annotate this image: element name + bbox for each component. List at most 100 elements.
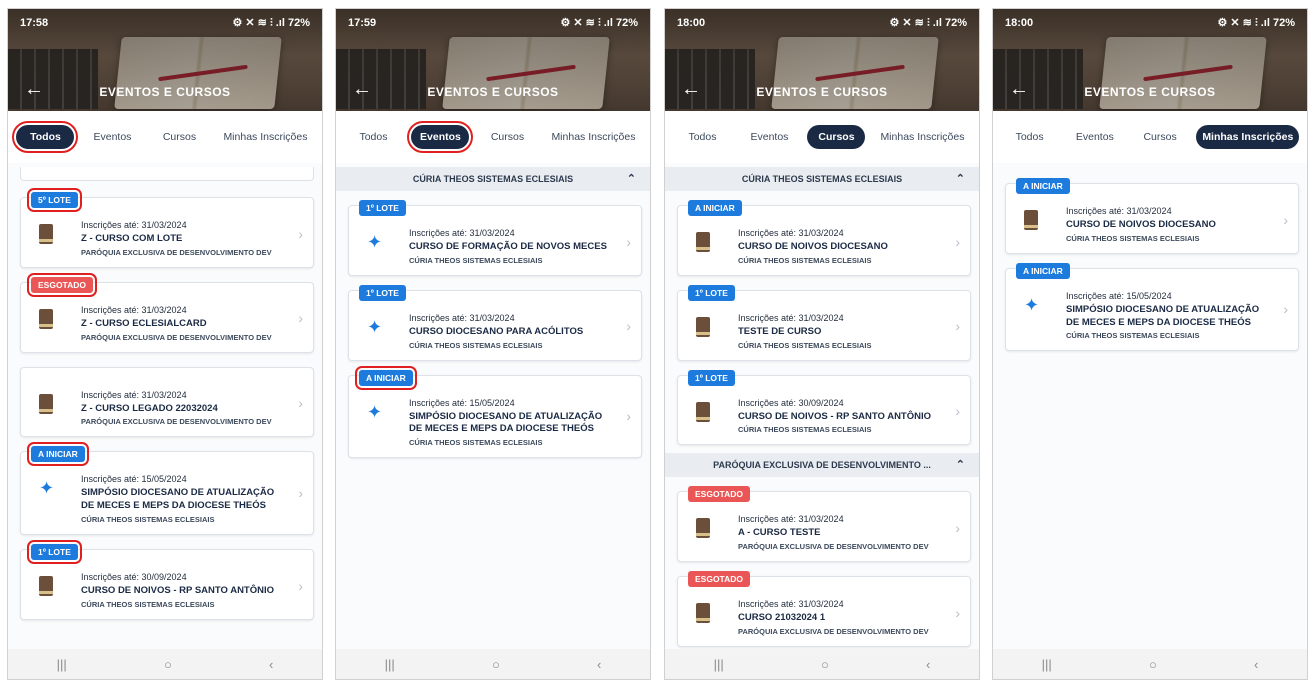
- event-card[interactable]: 1º LOTE Inscrições até: 30/09/2024 CURSO…: [677, 369, 971, 446]
- event-card[interactable]: A INICIAR Inscrições até: 31/03/2024 CUR…: [677, 200, 971, 276]
- event-organizer: CÚRIA THEOS SISTEMAS ECLESIAIS: [81, 599, 215, 609]
- back-button[interactable]: ‹: [926, 657, 930, 672]
- event-card[interactable]: 1º LOTE ✦ Inscrições até: 31/03/2024 CUR…: [348, 284, 642, 361]
- recents-button[interactable]: |||: [714, 657, 724, 672]
- tab-todos[interactable]: Todos: [1001, 125, 1059, 149]
- chevron-up-icon[interactable]: ⌃: [956, 458, 965, 471]
- event-name: CURSO DE NOIVOS DIOCESANO: [738, 241, 888, 252]
- status-bar: 18:00 ⚙ ✕ ≋ ⫶ .ıl 72%: [665, 9, 979, 37]
- tab-todos[interactable]: Todos: [12, 120, 79, 154]
- tab-cursos[interactable]: Cursos: [807, 124, 866, 150]
- group-header[interactable]: CÚRIA THEOS SISTEMAS ECLESIAIS ⌃: [665, 167, 979, 191]
- registration-deadline: Inscrições até: 15/05/2024: [81, 474, 187, 485]
- event-organizer: CÚRIA THEOS SISTEMAS ECLESIAIS: [738, 340, 872, 350]
- tab-eventos[interactable]: Eventos: [83, 125, 141, 149]
- tab-eventos[interactable]: Eventos: [1066, 125, 1124, 149]
- event-card[interactable]: ESGOTADO Inscrições até: 31/03/2024 A - …: [677, 486, 971, 563]
- event-name: CURSO 21032024 1: [738, 612, 826, 624]
- back-button[interactable]: ‹: [1254, 657, 1258, 672]
- event-card[interactable]: Inscrições até: 31/03/2024 Z - CURSO LEG…: [20, 366, 314, 438]
- event-list: 5º LOTE Inscrições até: 31/03/2024 Z - C…: [8, 163, 322, 649]
- recents-button[interactable]: |||: [57, 657, 67, 672]
- status-badge: A INICIAR: [1016, 178, 1070, 194]
- screens-container: ← EVENTOS E CURSOS 17:58 ⚙ ✕ ≋ ⫶ .ıl 72%…: [0, 0, 1313, 682]
- page-title: EVENTOS E CURSOS: [427, 85, 559, 99]
- event-card[interactable]: 1º LOTE Inscrições até: 30/09/2024 CURSO…: [20, 540, 314, 620]
- status-badge: ESGOTADO: [688, 571, 751, 588]
- recents-button[interactable]: |||: [385, 657, 395, 672]
- home-button[interactable]: ○: [492, 657, 500, 672]
- registration-deadline: Inscrições até: 30/09/2024: [81, 572, 187, 583]
- tab-minhas-inscricoes[interactable]: Minhas Inscrições: [217, 125, 313, 149]
- tab-bar: Todos Eventos Cursos Minhas Inscrições: [8, 111, 322, 163]
- back-button[interactable]: ‹: [269, 657, 273, 672]
- tab-minhas-inscricoes[interactable]: Minhas Inscrições: [1196, 124, 1300, 150]
- event-card[interactable]: ESGOTADO Inscrições até: 31/03/2024 CURS…: [677, 571, 971, 648]
- chevron-up-icon[interactable]: ⌃: [956, 172, 965, 185]
- chevron-right-icon: ›: [955, 519, 960, 536]
- chevron-up-icon[interactable]: ⌃: [627, 172, 636, 185]
- status-time: 18:00: [1005, 17, 1034, 29]
- group-header[interactable]: PARÓQUIA EXCLUSIVA DE DESENVOLVIMENTO ..…: [665, 453, 979, 478]
- party-popper-icon: ✦: [1024, 294, 1040, 315]
- phone-screen-minhas-inscricoes: ← EVENTOS E CURSOS 18:00 ⚙ ✕ ≋ ⫶ .ıl 72%…: [992, 8, 1308, 680]
- event-card[interactable]: ESGOTADO Inscrições até: 31/03/2024 Z - …: [20, 272, 314, 353]
- event-organizer: PARÓQUIA EXCLUSIVA DE DESENVOLVIMENTO DE…: [738, 627, 929, 637]
- book-icon: [696, 518, 716, 542]
- recents-button[interactable]: |||: [1042, 657, 1052, 672]
- tab-eventos[interactable]: Eventos: [407, 120, 474, 154]
- status-time: 17:58: [20, 17, 49, 29]
- tab-cursos[interactable]: Cursos: [1131, 125, 1189, 149]
- list-item[interactable]: [20, 167, 314, 181]
- tab-minhas-inscricoes[interactable]: Minhas Inscrições: [545, 125, 641, 149]
- event-card[interactable]: A INICIAR ✦ Inscrições até: 15/05/2024 S…: [1005, 262, 1299, 352]
- event-card[interactable]: A INICIAR Inscrições até: 31/03/2024 CUR…: [1005, 178, 1299, 254]
- registration-deadline: Inscrições até: 31/03/2024: [738, 228, 844, 238]
- book-icon: [696, 316, 716, 341]
- event-name: CURSO DE NOIVOS - RP SANTO ANTÔNIO: [738, 410, 932, 422]
- event-card[interactable]: 1º LOTE ✦ Inscrições até: 31/03/2024 CUR…: [348, 200, 642, 276]
- event-list: A INICIAR Inscrições até: 31/03/2024 CUR…: [993, 163, 1307, 649]
- event-card[interactable]: 5º LOTE Inscrições até: 31/03/2024 Z - C…: [20, 188, 314, 268]
- tab-bar: Todos Eventos Cursos Minhas Inscrições: [336, 111, 650, 163]
- home-button[interactable]: ○: [1149, 657, 1157, 672]
- event-card[interactable]: A INICIAR ✦ Inscrições até: 15/05/2024 S…: [20, 442, 314, 536]
- page-title: EVENTOS E CURSOS: [99, 85, 231, 99]
- back-button[interactable]: ‹: [597, 657, 601, 672]
- tab-cursos[interactable]: Cursos: [478, 125, 536, 149]
- chevron-right-icon: ›: [626, 318, 631, 335]
- registration-deadline: Inscrições até: 31/03/2024: [81, 304, 187, 315]
- event-organizer: CÚRIA THEOS SISTEMAS ECLESIAIS: [738, 255, 872, 265]
- event-organizer: PARÓQUIA EXCLUSIVA DE DESENVOLVIMENTO DE…: [738, 542, 929, 552]
- registration-deadline: Inscrições até: 31/03/2024: [81, 389, 187, 400]
- status-bar: 18:00 ⚙ ✕ ≋ ⫶ .ıl 72%: [993, 9, 1307, 37]
- registration-deadline: Inscrições até: 31/03/2024: [738, 312, 844, 323]
- registration-deadline: Inscrições até: 31/03/2024: [409, 312, 515, 323]
- registration-deadline: Inscrições até: 31/03/2024: [738, 599, 844, 610]
- chevron-right-icon: ›: [955, 233, 960, 250]
- event-organizer: PARÓQUIA EXCLUSIVA DE DESENVOLVIMENTO DE…: [81, 332, 272, 342]
- event-card[interactable]: A INICIAR ✦ Inscrições até: 15/05/2024 S…: [348, 365, 642, 459]
- event-organizer: CÚRIA THEOS SISTEMAS ECLESIAIS: [409, 438, 543, 448]
- android-navigation-bar: ||| ○ ‹: [8, 649, 322, 679]
- home-button[interactable]: ○: [164, 657, 172, 672]
- book-icon: [696, 603, 716, 627]
- group-title: CÚRIA THEOS SISTEMAS ECLESIAIS: [741, 174, 903, 184]
- tab-cursos[interactable]: Cursos: [150, 125, 208, 149]
- tab-minhas-inscricoes[interactable]: Minhas Inscrições: [874, 125, 970, 149]
- status-badge: 1º LOTE: [359, 284, 406, 301]
- event-card[interactable]: 1º LOTE Inscrições até: 31/03/2024 TESTE…: [677, 284, 971, 361]
- phone-screen-eventos: ← EVENTOS E CURSOS 17:59 ⚙ ✕ ≋ ⫶ .ıl 72%…: [335, 8, 651, 680]
- android-navigation-bar: ||| ○ ‹: [336, 649, 650, 679]
- tab-eventos[interactable]: Eventos: [740, 125, 798, 149]
- tab-todos[interactable]: Todos: [344, 125, 402, 149]
- tab-todos[interactable]: Todos: [673, 125, 731, 149]
- status-badge: 1º LOTE: [359, 200, 406, 216]
- event-list: CÚRIA THEOS SISTEMAS ECLESIAIS ⌃ A INICI…: [665, 163, 979, 649]
- party-popper-icon: ✦: [39, 478, 55, 499]
- home-button[interactable]: ○: [821, 657, 829, 672]
- group-header[interactable]: CÚRIA THEOS SISTEMAS ECLESIAIS ⌃: [336, 167, 650, 191]
- page-title: EVENTOS E CURSOS: [756, 85, 888, 99]
- party-popper-icon: ✦: [367, 232, 383, 252]
- book-icon: [696, 401, 716, 426]
